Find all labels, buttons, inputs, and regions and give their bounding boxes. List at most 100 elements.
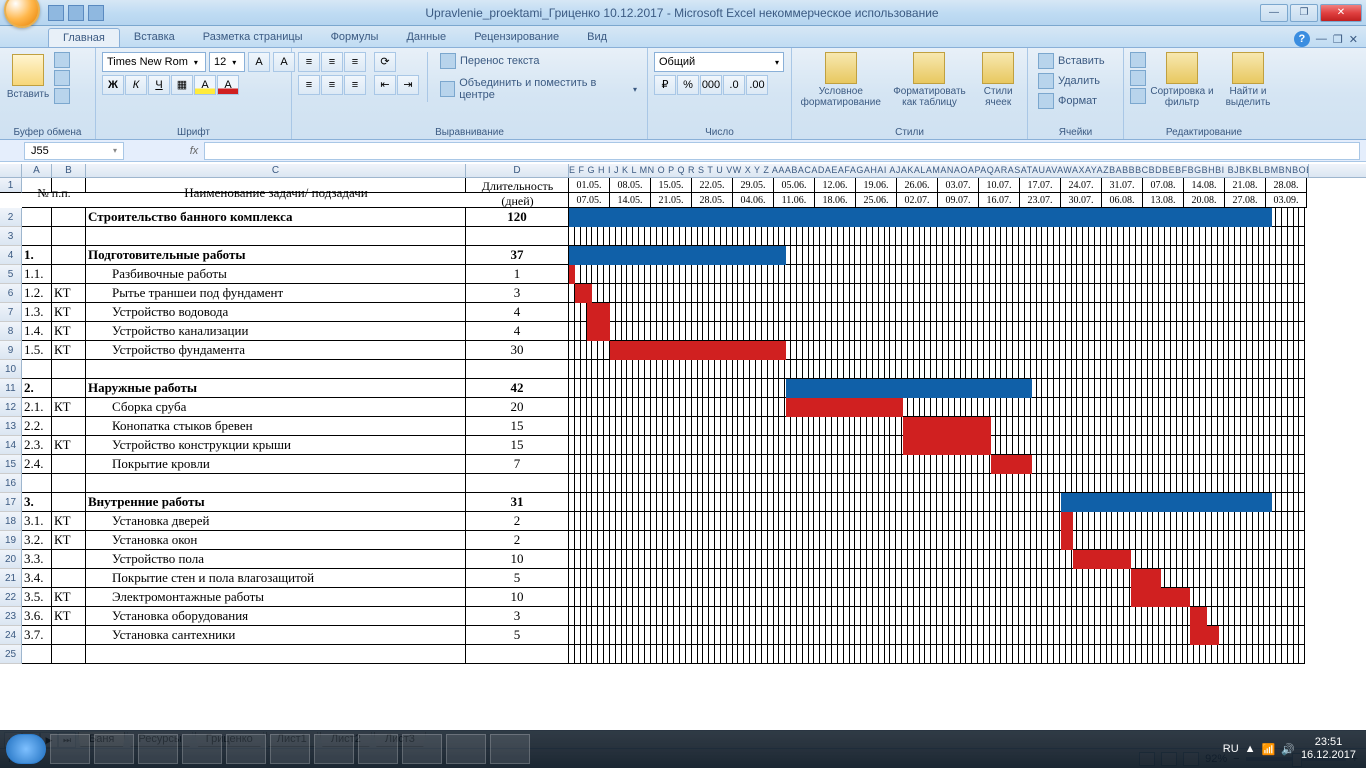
grid-body[interactable]: 2Строительство банного комплекса120341.П… bbox=[0, 208, 1366, 716]
cell[interactable] bbox=[52, 455, 86, 474]
cell[interactable]: 3.7. bbox=[22, 626, 52, 645]
copy-icon[interactable] bbox=[54, 70, 70, 86]
cell[interactable]: 2.4. bbox=[22, 455, 52, 474]
col-headers-narrow[interactable]: E F G H I J K L MN O P Q R S T U VW X Y … bbox=[569, 164, 1309, 177]
ribbon-min-icon[interactable]: — bbox=[1316, 33, 1327, 45]
cell[interactable]: 1.4. bbox=[22, 322, 52, 341]
cell[interactable]: 120 bbox=[466, 208, 569, 227]
row-header[interactable]: 20 bbox=[0, 550, 22, 569]
cell[interactable]: Установка сантехники bbox=[86, 626, 466, 645]
ribbon-tab-5[interactable]: Рецензирование bbox=[460, 28, 573, 47]
align-mid-icon[interactable]: ≡ bbox=[321, 52, 343, 72]
close-button[interactable]: ✕ bbox=[1320, 4, 1362, 22]
row-header[interactable]: 2 bbox=[0, 208, 22, 227]
fill-icon[interactable] bbox=[1130, 70, 1146, 86]
cell[interactable]: 3.2. bbox=[22, 531, 52, 550]
cell[interactable]: Подготовительные работы bbox=[86, 246, 466, 265]
cell[interactable]: 2.2. bbox=[22, 417, 52, 436]
ribbon-tab-1[interactable]: Вставка bbox=[120, 28, 189, 47]
row-header[interactable]: 9 bbox=[0, 341, 22, 360]
cell[interactable] bbox=[86, 360, 466, 379]
taskbar-utorrent-icon[interactable] bbox=[182, 734, 222, 764]
align-bot-icon[interactable]: ≡ bbox=[344, 52, 366, 72]
cell[interactable] bbox=[466, 474, 569, 493]
cell[interactable]: Строительство банного комплекса bbox=[86, 208, 466, 227]
currency-icon[interactable]: ₽ bbox=[654, 75, 676, 95]
formula-input[interactable] bbox=[204, 142, 1360, 160]
cell[interactable]: КТ bbox=[52, 607, 86, 626]
cell[interactable]: Устройство конструкции крыши bbox=[86, 436, 466, 455]
cell[interactable]: Установка окон bbox=[86, 531, 466, 550]
ribbon-tab-4[interactable]: Данные bbox=[392, 28, 460, 47]
office-button[interactable] bbox=[4, 0, 40, 28]
cell[interactable] bbox=[22, 208, 52, 227]
cell[interactable]: 3. bbox=[22, 493, 52, 512]
cell[interactable]: 10 bbox=[466, 588, 569, 607]
cell[interactable]: Конопатка стыков бревен bbox=[86, 417, 466, 436]
cell[interactable] bbox=[52, 360, 86, 379]
cell[interactable]: Рытье траншеи под фундамент bbox=[86, 284, 466, 303]
cell[interactable]: 2.1. bbox=[22, 398, 52, 417]
name-box[interactable]: J55▾ bbox=[24, 142, 124, 160]
cell[interactable]: 15 bbox=[466, 417, 569, 436]
row-header[interactable]: 3 bbox=[0, 227, 22, 246]
cell[interactable]: КТ bbox=[52, 436, 86, 455]
ribbon-tab-6[interactable]: Вид bbox=[573, 28, 621, 47]
cell[interactable]: 1. bbox=[22, 246, 52, 265]
cell[interactable]: 4 bbox=[466, 322, 569, 341]
cell[interactable]: 7 bbox=[466, 455, 569, 474]
italic-button[interactable]: К bbox=[125, 75, 147, 95]
cell[interactable] bbox=[52, 626, 86, 645]
cell[interactable]: Сборка сруба bbox=[86, 398, 466, 417]
cell[interactable]: Устройство пола bbox=[86, 550, 466, 569]
undo-icon[interactable] bbox=[68, 5, 84, 21]
worksheet[interactable]: A B C D E F G H I J K L MN O P Q R S T U… bbox=[0, 164, 1366, 730]
cell[interactable] bbox=[52, 208, 86, 227]
row-header[interactable]: 6 bbox=[0, 284, 22, 303]
taskbar-app1-icon[interactable] bbox=[314, 734, 354, 764]
wrap-text-button[interactable]: Перенос текста bbox=[436, 52, 641, 70]
format-cells-button[interactable]: Формат bbox=[1034, 92, 1109, 110]
align-right-icon[interactable]: ≡ bbox=[344, 75, 366, 95]
cell[interactable]: Установка оборудования bbox=[86, 607, 466, 626]
cell[interactable]: КТ bbox=[52, 284, 86, 303]
cell[interactable]: 30 bbox=[466, 341, 569, 360]
format-as-table-button[interactable]: Форматировать как таблицу bbox=[888, 52, 972, 108]
font-size-combo[interactable]: 12▾ bbox=[209, 52, 245, 72]
clear-icon[interactable] bbox=[1130, 88, 1146, 104]
row-header[interactable]: 4 bbox=[0, 246, 22, 265]
font-color-button[interactable]: A bbox=[217, 75, 239, 95]
cell[interactable]: 1.1. bbox=[22, 265, 52, 284]
cell[interactable] bbox=[52, 645, 86, 664]
cell[interactable]: КТ bbox=[52, 512, 86, 531]
row-header-1[interactable]: 1 bbox=[0, 178, 22, 193]
orientation-icon[interactable]: ⟳ bbox=[374, 52, 396, 72]
cell[interactable]: КТ bbox=[52, 341, 86, 360]
cell[interactable]: Внутренние работы bbox=[86, 493, 466, 512]
cell[interactable]: КТ bbox=[52, 588, 86, 607]
autosum-icon[interactable] bbox=[1130, 52, 1146, 68]
row-header[interactable]: 21 bbox=[0, 569, 22, 588]
cell[interactable] bbox=[52, 474, 86, 493]
col-header-D[interactable]: D bbox=[466, 164, 569, 177]
align-center-icon[interactable]: ≡ bbox=[321, 75, 343, 95]
align-top-icon[interactable]: ≡ bbox=[298, 52, 320, 72]
minimize-button[interactable]: — bbox=[1260, 4, 1288, 22]
cell[interactable]: 42 bbox=[466, 379, 569, 398]
cell[interactable] bbox=[22, 645, 52, 664]
row-header[interactable]: 10 bbox=[0, 360, 22, 379]
col-header-B[interactable]: B bbox=[52, 164, 86, 177]
ribbon-tab-2[interactable]: Разметка страницы bbox=[189, 28, 317, 47]
cell[interactable]: 4 bbox=[466, 303, 569, 322]
tray-lang[interactable]: RU bbox=[1223, 743, 1239, 755]
cell[interactable]: 10 bbox=[466, 550, 569, 569]
fx-icon[interactable]: fx bbox=[184, 145, 204, 157]
cell[interactable]: КТ bbox=[52, 322, 86, 341]
align-left-icon[interactable]: ≡ bbox=[298, 75, 320, 95]
cell[interactable]: Устройство водовода bbox=[86, 303, 466, 322]
cell[interactable] bbox=[52, 569, 86, 588]
cell[interactable] bbox=[52, 246, 86, 265]
cell[interactable] bbox=[52, 379, 86, 398]
ribbon-close-icon[interactable]: ✕ bbox=[1349, 33, 1358, 46]
cell[interactable]: Устройство фундамента bbox=[86, 341, 466, 360]
